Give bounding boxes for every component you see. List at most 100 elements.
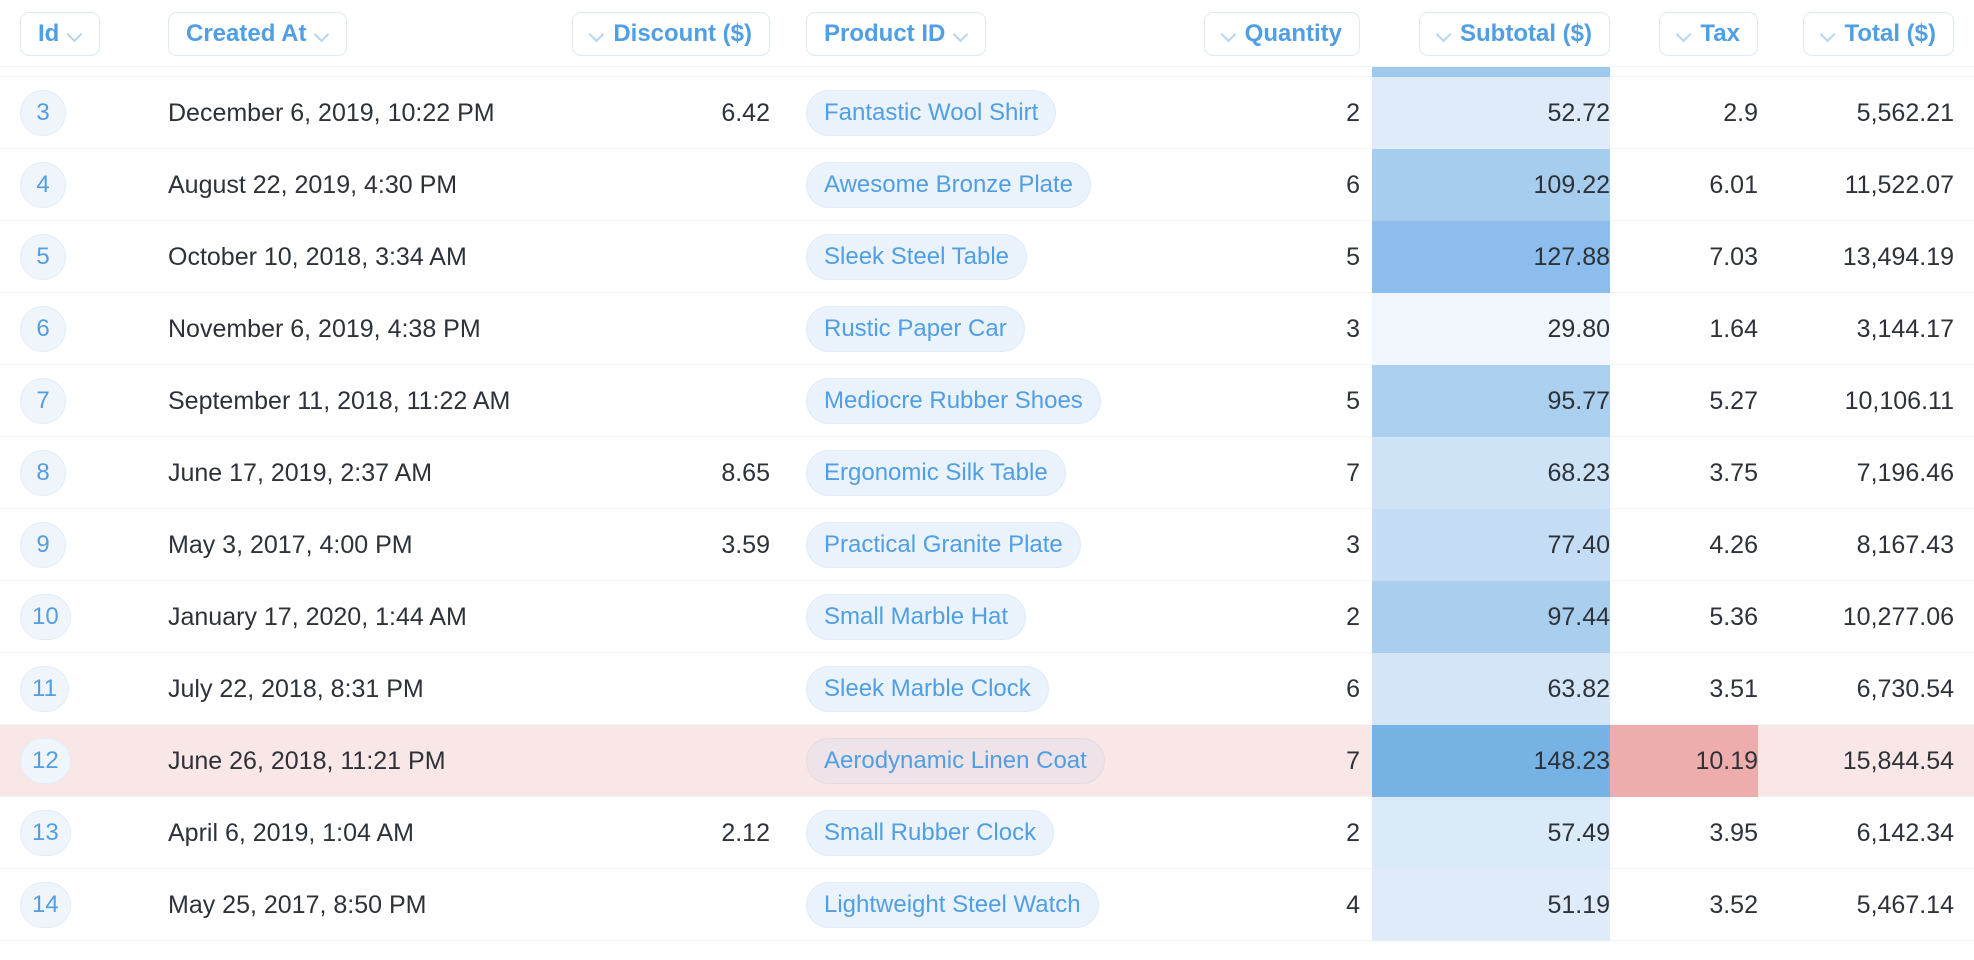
cell-subtotal: 148.23 bbox=[1372, 725, 1610, 797]
table-row[interactable]: 2 bbox=[0, 67, 1974, 77]
row-id-pill[interactable]: 7 bbox=[20, 378, 66, 424]
chevron-down-icon[interactable] bbox=[1222, 27, 1236, 41]
cell-id: 2 bbox=[20, 67, 120, 77]
row-id-pill[interactable]: 5 bbox=[20, 234, 66, 280]
column-header-tax: Tax bbox=[1610, 0, 1758, 67]
cell-created: October 10, 2018, 3:34 AM bbox=[168, 221, 598, 293]
cell-total: 10,106.11 bbox=[1758, 365, 1954, 437]
cell-value-created: December 6, 2019, 10:22 PM bbox=[168, 99, 495, 128]
chevron-down-icon[interactable] bbox=[68, 27, 82, 41]
cell-total: 3,144.17 bbox=[1758, 293, 1954, 365]
row-id-pill[interactable]: 10 bbox=[20, 594, 71, 640]
cell-subtotal: 97.44 bbox=[1372, 581, 1610, 653]
cell-total: 6,142.34 bbox=[1758, 797, 1954, 869]
cell-discount bbox=[600, 725, 770, 797]
chevron-down-icon[interactable] bbox=[1821, 27, 1835, 41]
chevron-down-icon[interactable] bbox=[954, 27, 968, 41]
chevron-down-icon[interactable] bbox=[590, 27, 604, 41]
table-row[interactable]: 6November 6, 2019, 4:38 PMRustic Paper C… bbox=[0, 293, 1974, 365]
cell-product: Mediocre Rubber Shoes bbox=[806, 365, 1226, 437]
cell-id: 4 bbox=[20, 149, 120, 221]
cell-value-quantity: 3 bbox=[1346, 531, 1360, 560]
product-id-chip[interactable]: Awesome Bronze Plate bbox=[806, 162, 1091, 208]
cell-subtotal: 109.22 bbox=[1372, 149, 1610, 221]
column-header-button-tax[interactable]: Tax bbox=[1659, 12, 1758, 56]
product-id-chip[interactable]: Lightweight Steel Watch bbox=[806, 882, 1099, 928]
product-id-chip[interactable]: Small Marble Hat bbox=[806, 594, 1026, 640]
cell-value-quantity: 2 bbox=[1346, 99, 1360, 128]
cell-total bbox=[1758, 67, 1954, 77]
row-id-pill[interactable]: 9 bbox=[20, 522, 66, 568]
table-row[interactable]: 11July 22, 2018, 8:31 PMSleek Marble Clo… bbox=[0, 653, 1974, 725]
product-id-chip[interactable]: Mediocre Rubber Shoes bbox=[806, 378, 1101, 424]
column-header-button-quantity[interactable]: Quantity bbox=[1204, 12, 1360, 56]
column-header-button-id[interactable]: Id bbox=[20, 12, 100, 56]
table-row[interactable]: 14May 25, 2017, 8:50 PMLightweight Steel… bbox=[0, 869, 1974, 941]
cell-value-tax: 6.01 bbox=[1709, 171, 1758, 200]
cell-value-subtotal: 109.22 bbox=[1534, 171, 1610, 200]
cell-value-quantity: 2 bbox=[1346, 819, 1360, 848]
column-header-button-created[interactable]: Created At bbox=[168, 12, 347, 56]
cell-created: January 17, 2020, 1:44 AM bbox=[168, 581, 598, 653]
cell-value-total: 6,142.34 bbox=[1857, 819, 1954, 848]
cell-value-tax: 2.9 bbox=[1723, 99, 1758, 128]
table-row[interactable]: 3December 6, 2019, 10:22 PM6.42Fantastic… bbox=[0, 77, 1974, 149]
column-header-button-subtotal[interactable]: Subtotal ($) bbox=[1419, 12, 1610, 56]
column-header-button-total[interactable]: Total ($) bbox=[1803, 12, 1954, 56]
product-id-chip[interactable]: Practical Granite Plate bbox=[806, 522, 1081, 568]
column-header-created: Created At bbox=[168, 0, 598, 67]
chevron-down-icon[interactable] bbox=[315, 27, 329, 41]
product-id-chip[interactable]: Small Rubber Clock bbox=[806, 810, 1054, 856]
column-header-button-discount[interactable]: Discount ($) bbox=[572, 12, 770, 56]
table-row[interactable]: 4 August 22, 2019, 4:30 PM Awesome Bronze … bbox=[0, 149, 1974, 221]
cell-value-created: August 22, 2019, 4:30 PM bbox=[168, 171, 457, 200]
cell-total: 13,494.19 bbox=[1758, 221, 1954, 293]
cell-id: 7 bbox=[20, 365, 120, 437]
cell-created: September 11, 2018, 11:22 AM bbox=[168, 365, 598, 437]
column-header-label: Discount ($) bbox=[613, 22, 752, 46]
row-id-pill[interactable]: 14 bbox=[20, 882, 71, 928]
product-id-chip[interactable]: Aerodynamic Linen Coat bbox=[806, 738, 1105, 784]
row-id-pill[interactable]: 8 bbox=[20, 450, 66, 496]
row-id-pill[interactable]: 3 bbox=[20, 90, 66, 136]
cell-quantity: 6 bbox=[1180, 653, 1360, 725]
cell-value-subtotal: 52.72 bbox=[1547, 99, 1610, 128]
cell-value-discount: 8.65 bbox=[721, 459, 770, 488]
cell-tax bbox=[1610, 67, 1758, 77]
product-id-chip[interactable]: Fantastic Wool Shirt bbox=[806, 90, 1056, 136]
cell-value-subtotal: 95.77 bbox=[1547, 387, 1610, 416]
product-id-chip[interactable]: Ergonomic Silk Table bbox=[806, 450, 1066, 496]
cell-product bbox=[806, 67, 1226, 77]
cell-id: 10 bbox=[20, 581, 120, 653]
cell-id: 8 bbox=[20, 437, 120, 509]
chevron-down-icon[interactable] bbox=[1677, 27, 1691, 41]
cell-product: Small Marble Hat bbox=[806, 581, 1226, 653]
column-header-label: Created At bbox=[186, 22, 306, 46]
cell-subtotal bbox=[1372, 67, 1610, 77]
cell-value-tax: 3.95 bbox=[1709, 819, 1758, 848]
table-row[interactable]: 5 October 10, 2018, 3:34 AM Sleek Steel Ta… bbox=[0, 221, 1974, 293]
cell-value-created: June 26, 2018, 11:21 PM bbox=[168, 747, 446, 776]
table-row[interactable]: 9May 3, 2017, 4:00 PM3.59Practical Grani… bbox=[0, 509, 1974, 581]
product-id-chip[interactable]: Sleek Steel Table bbox=[806, 234, 1027, 280]
column-header-subtotal: Subtotal ($) bbox=[1372, 0, 1610, 67]
cell-tax: 3.95 bbox=[1610, 797, 1758, 869]
chevron-down-icon[interactable] bbox=[1437, 27, 1451, 41]
product-id-chip[interactable]: Rustic Paper Car bbox=[806, 306, 1025, 352]
cell-quantity bbox=[1180, 67, 1360, 77]
cell-id: 12 bbox=[20, 725, 120, 797]
row-id-pill[interactable]: 6 bbox=[20, 306, 66, 352]
table-row[interactable]: 13April 6, 2019, 1:04 AM2.12Small Rubber… bbox=[0, 797, 1974, 869]
product-id-chip[interactable]: Sleek Marble Clock bbox=[806, 666, 1049, 712]
table-row[interactable]: 8June 17, 2019, 2:37 AM8.65Ergonomic Sil… bbox=[0, 437, 1974, 509]
table-row[interactable]: 10 January 17, 2020, 1:44 AM Small Marble … bbox=[0, 581, 1974, 653]
table-row[interactable]: 7 September 11, 2018, 11:22 AM Mediocre Ru… bbox=[0, 365, 1974, 437]
row-id-pill[interactable]: 12 bbox=[20, 738, 71, 784]
table-row[interactable]: 12 June 26, 2018, 11:21 PM Aerodynamic Lin… bbox=[0, 725, 1974, 797]
column-header-button-product[interactable]: Product ID bbox=[806, 12, 986, 56]
cell-id: 5 bbox=[20, 221, 120, 293]
row-id-pill[interactable]: 13 bbox=[20, 810, 71, 856]
table-body[interactable]: 23December 6, 2019, 10:22 PM6.42Fantasti… bbox=[0, 67, 1974, 960]
row-id-pill[interactable]: 11 bbox=[20, 666, 69, 712]
row-id-pill[interactable]: 4 bbox=[20, 162, 66, 208]
